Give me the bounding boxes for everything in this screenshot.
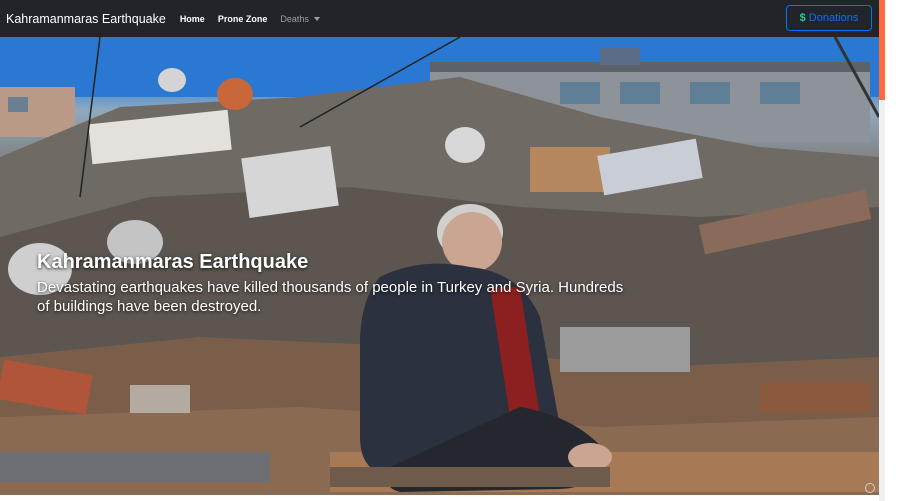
donations-button-label: Donations — [808, 12, 859, 24]
brand-link[interactable]: Kahramanmaras Earthquake — [6, 12, 166, 26]
hero-carousel: Kahramanmaras Earthquake Devastating ear… — [0, 37, 879, 495]
navbar: Kahramanmaras Earthquake Home Prone Zone… — [0, 0, 879, 37]
nav-dropdown-deaths[interactable]: Deaths — [280, 14, 320, 24]
hero-text: Devastating earthquakes have killed thou… — [37, 279, 624, 315]
hero-title: Kahramanmaras Earthquake — [37, 251, 309, 273]
donations-button[interactable]: $ Donations — [786, 5, 872, 31]
page: Kahramanmaras Earthquake Home Prone Zone… — [0, 0, 900, 501]
caret-down-icon — [313, 16, 320, 21]
corner-mark-icon — [865, 483, 875, 493]
dollar-icon: $ — [799, 12, 806, 24]
nav-link-prone-zone[interactable]: Prone Zone — [218, 14, 268, 24]
carousel-caption: Kahramanmaras Earthquake Devastating ear… — [37, 251, 637, 316]
nav-dropdown-deaths-label: Deaths — [280, 13, 309, 24]
scrollbar-thumb[interactable] — [879, 0, 885, 100]
nav-link-home[interactable]: Home — [180, 14, 205, 24]
